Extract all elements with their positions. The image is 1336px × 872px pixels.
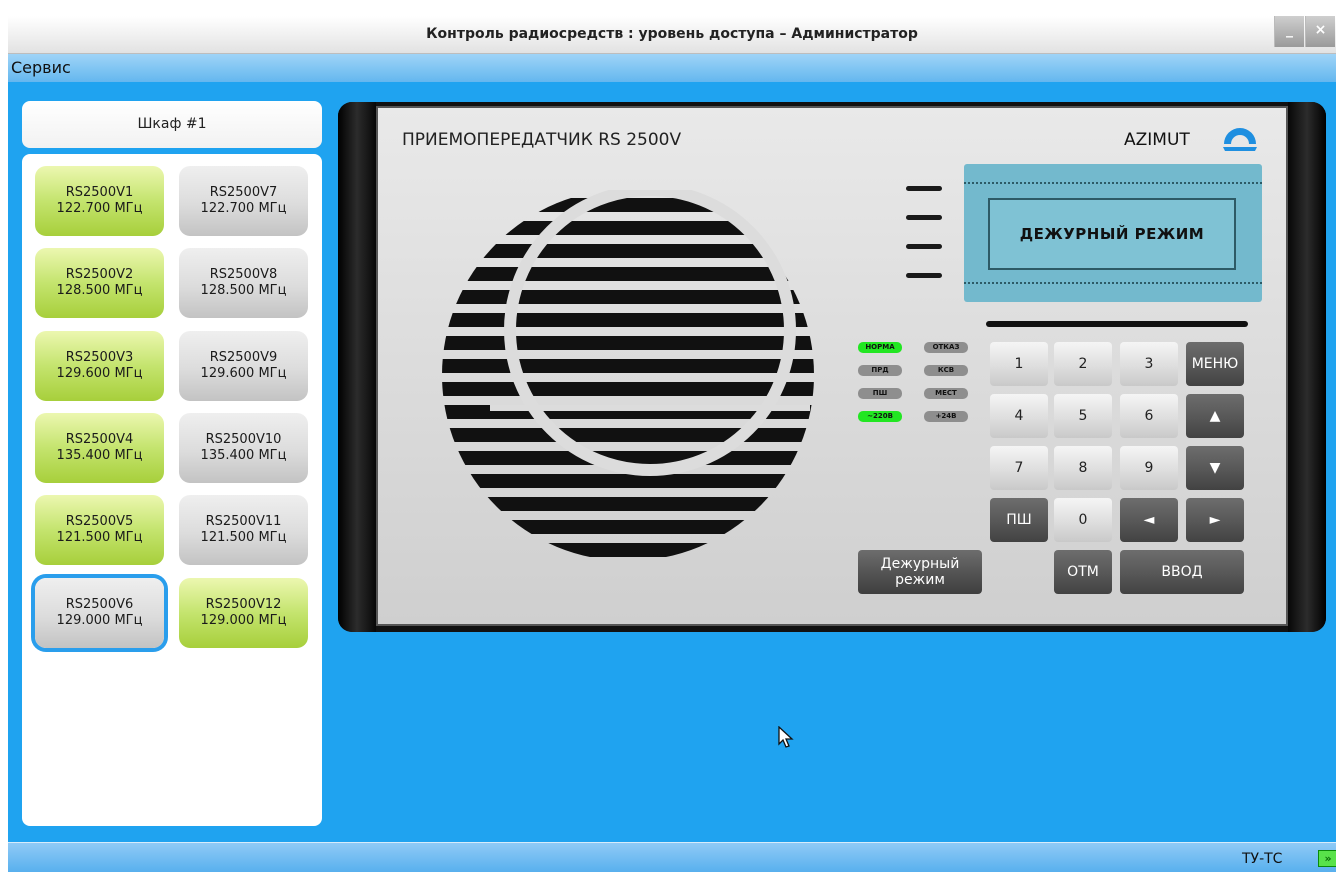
cabinet-header: Шкаф #1	[22, 101, 322, 148]
device-frequency: 135.400 МГц	[56, 448, 143, 463]
lcd-display: ДЕЖУРНЫЙ РЕЖИМ	[964, 164, 1262, 302]
device-button[interactable]: RS2500V3 129.600 МГц	[35, 331, 164, 401]
device-name: RS2500V6	[65, 597, 134, 612]
device-button[interactable]: RS2500V10 135.400 МГц	[179, 413, 308, 483]
key-2[interactable]: 2	[1054, 342, 1112, 386]
minimize-button[interactable]: _	[1274, 16, 1304, 47]
lcd-dotted-line	[964, 182, 1262, 184]
device-name: RS2500V11	[205, 514, 282, 529]
key-5[interactable]: 5	[1054, 394, 1112, 438]
device-name: RS2500V1	[65, 185, 134, 200]
indicator-220v: ~220В	[858, 411, 902, 422]
device-frequency: 122.700 МГц	[200, 201, 287, 216]
device-name: RS2500V7	[209, 185, 278, 200]
vent-slot	[906, 244, 942, 249]
connection-arrow-icon[interactable]: »	[1318, 850, 1336, 867]
vent-slot	[906, 215, 942, 220]
device-name: RS2500V10	[205, 432, 282, 447]
indicator-prd: ПРД	[858, 365, 902, 376]
device-button[interactable]: RS2500V12 129.000 МГц	[179, 578, 308, 648]
indicator-psh: ПШ	[858, 388, 902, 399]
lcd-dotted-line	[964, 282, 1262, 284]
device-name: RS2500V3	[65, 350, 134, 365]
window-title: Контроль радиосредств : уровень доступа …	[426, 26, 918, 42]
device-right-handle	[1288, 102, 1326, 632]
device-name: RS2500V4	[65, 432, 134, 447]
device-name: RS2500V8	[209, 267, 278, 282]
mouse-pointer-icon	[778, 726, 794, 748]
arrow-up-button[interactable]: ▲	[1186, 394, 1244, 438]
transceiver-panel: ПРИЕМОПЕРЕДАТЧИК RS 2500V AZIMUT ДЕЖУРНЫ…	[338, 102, 1326, 632]
key-4[interactable]: 4	[990, 394, 1048, 438]
device-name: RS2500V5	[65, 514, 134, 529]
device-button[interactable]: RS2500V7 122.700 МГц	[179, 166, 308, 236]
cancel-button[interactable]: ОТМ	[1054, 550, 1112, 594]
device-button[interactable]: RS2500V1 122.700 МГц	[35, 166, 164, 236]
device-frequency: 121.500 МГц	[200, 530, 287, 545]
device-name: RS2500V12	[205, 597, 282, 612]
key-3[interactable]: 3	[1120, 342, 1178, 386]
device-frequency: 129.600 МГц	[56, 366, 143, 381]
speaker-grille	[442, 190, 814, 557]
arrow-right-button[interactable]: ►	[1186, 498, 1244, 542]
indicator-norma: НОРМА	[858, 342, 902, 353]
device-front-panel: ПРИЕМОПЕРЕДАТЧИК RS 2500V AZIMUT ДЕЖУРНЫ…	[376, 106, 1288, 626]
duty-mode-label-2: режим	[895, 572, 945, 588]
menu-bar: Сервис	[8, 54, 1336, 82]
vent-slot	[906, 186, 942, 191]
title-bar[interactable]: Контроль радиосредств : уровень доступа …	[8, 16, 1336, 54]
key-0[interactable]: 0	[1054, 498, 1112, 542]
indicator-ksv: КСВ	[924, 365, 968, 376]
key-8[interactable]: 8	[1054, 446, 1112, 490]
arrow-left-button[interactable]: ◄	[1120, 498, 1178, 542]
device-button[interactable]: RS2500V9 129.600 МГц	[179, 331, 308, 401]
device-list-panel: RS2500V1 122.700 МГц RS2500V7 122.700 МГц …	[22, 154, 322, 826]
enter-button[interactable]: ВВОД	[1120, 550, 1244, 594]
device-frequency: 122.700 МГц	[56, 201, 143, 216]
device-frequency: 128.500 МГц	[200, 283, 287, 298]
status-bar: ТУ-ТС »	[8, 842, 1336, 872]
menu-service[interactable]: Сервис	[11, 58, 71, 77]
key-6[interactable]: 6	[1120, 394, 1178, 438]
device-left-handle	[338, 102, 376, 632]
device-name: RS2500V2	[65, 267, 134, 282]
device-button[interactable]: RS2500V2 128.500 МГц	[35, 248, 164, 318]
key-9[interactable]: 9	[1120, 446, 1178, 490]
device-frequency: 135.400 МГц	[200, 448, 287, 463]
menu-button[interactable]: МЕНЮ	[1186, 342, 1244, 386]
key-7[interactable]: 7	[990, 446, 1048, 490]
close-button[interactable]: ×	[1305, 16, 1335, 47]
device-button[interactable]: RS2500V6 129.000 МГц	[35, 578, 164, 648]
psh-button[interactable]: ПШ	[990, 498, 1048, 542]
vent-slot	[906, 273, 942, 278]
app-window: Контроль радиосредств : уровень доступа …	[8, 16, 1336, 872]
device-button[interactable]: RS2500V8 128.500 МГц	[179, 248, 308, 318]
indicator-mest: МЕСТ	[924, 388, 968, 399]
azimut-logo-icon	[1223, 128, 1257, 151]
device-model-title: ПРИЕМОПЕРЕДАТЧИК RS 2500V	[402, 130, 682, 150]
key-1[interactable]: 1	[990, 342, 1048, 386]
status-label: ТУ-ТС	[1242, 851, 1283, 867]
device-button[interactable]: RS2500V5 121.500 МГц	[35, 495, 164, 565]
device-button[interactable]: RS2500V11 121.500 МГц	[179, 495, 308, 565]
indicator-otkaz: ОТКАЗ	[924, 342, 968, 353]
arrow-down-button[interactable]: ▼	[1186, 446, 1244, 490]
display-underline	[986, 321, 1248, 327]
device-frequency: 129.000 МГц	[200, 613, 287, 628]
device-frequency: 129.600 МГц	[200, 366, 287, 381]
device-frequency: 121.500 МГц	[56, 530, 143, 545]
device-frequency: 129.000 МГц	[56, 613, 143, 628]
device-name: RS2500V9	[209, 350, 278, 365]
lcd-text: ДЕЖУРНЫЙ РЕЖИМ	[988, 198, 1236, 270]
indicator-24v: +24В	[924, 411, 968, 422]
brand-name: AZIMUT	[1124, 130, 1190, 150]
duty-mode-label-1: Дежурный	[880, 556, 960, 572]
duty-mode-button[interactable]: Дежурный режим	[858, 550, 982, 594]
device-frequency: 128.500 МГц	[56, 283, 143, 298]
device-button[interactable]: RS2500V4 135.400 МГц	[35, 413, 164, 483]
